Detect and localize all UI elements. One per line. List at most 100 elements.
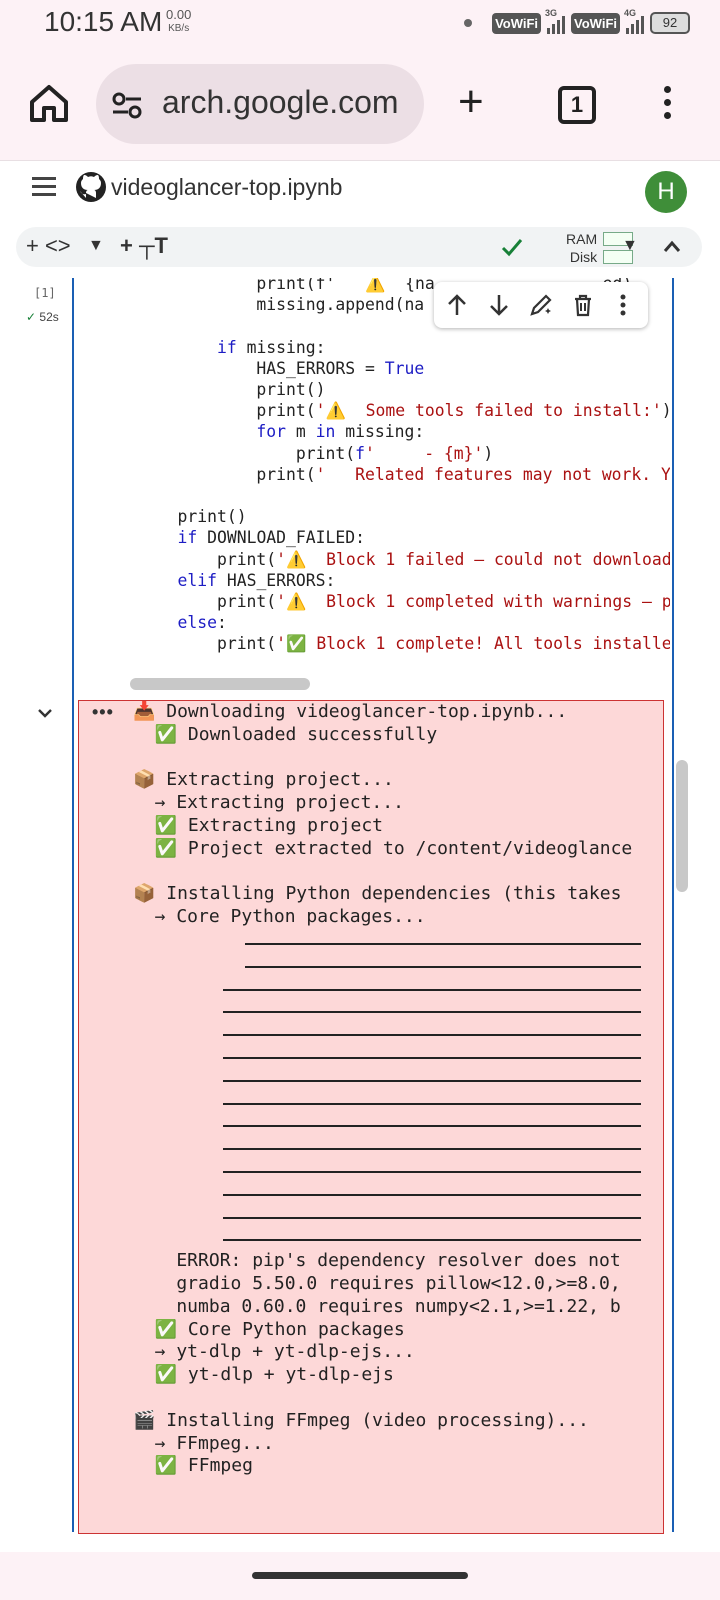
vowifi-badge-1: VoWiFi [492, 12, 542, 34]
code-line: print() [138, 507, 246, 526]
hamburger-menu-icon[interactable] [32, 177, 56, 201]
output-line: 📥 Downloading videoglancer-top.ipynb... [133, 701, 568, 722]
browser-menu-icon[interactable] [664, 86, 674, 125]
code-line: missing.append(na [138, 295, 424, 314]
output-line: 📦 Installing Python dependencies (this t… [133, 883, 622, 905]
code-text: DOWNLOAD_FAILED: [197, 528, 365, 548]
code-text: missing.append(na [256, 295, 425, 315]
code-line: print('✅ Block 1 complete! All tools ins… [138, 634, 670, 654]
code-keyword: for [256, 422, 287, 442]
notebook-toolbar: + <> ▼ + ┬T RAM Disk ▼ [16, 227, 702, 267]
progress-bar [223, 1079, 641, 1082]
status-bar: 10:15 AM 0.00 KB/s VoWiFi 3G VoWiFi 4G 9… [0, 0, 720, 52]
status-icons: VoWiFi 3G VoWiFi 4G 92 [464, 8, 690, 34]
code-text: print(f' ⚠️ {na [256, 278, 435, 293]
home-icon[interactable] [28, 82, 70, 124]
code-text: HAS_ERRORS: [216, 570, 336, 590]
edit-ai-icon[interactable] [528, 292, 554, 318]
output-menu-icon[interactable]: ••• [92, 702, 114, 723]
net-speed: 0.00 KB/s [166, 8, 191, 36]
execution-time: ✓ 52s [26, 310, 59, 324]
progress-bar [223, 1011, 641, 1014]
code-text: HAS_ERRORS = [256, 358, 385, 378]
progress-bar [223, 988, 641, 991]
chevron-up-icon[interactable] [662, 237, 682, 257]
collapse-output-icon[interactable] [36, 704, 54, 722]
code-line: print(' Related features may not work. Y… [138, 465, 670, 484]
new-tab-button[interactable]: + [458, 80, 484, 124]
code-line: if missing: [138, 338, 326, 357]
vertical-scrollbar[interactable] [676, 760, 688, 892]
progress-bar [223, 1216, 641, 1219]
output-line: → FFmpeg... [133, 1432, 274, 1454]
vowifi-badge-2: VoWiFi [571, 12, 620, 34]
disk-label: Disk [569, 249, 598, 265]
more-options-icon[interactable] [610, 292, 636, 318]
code-text: print() [256, 380, 326, 399]
add-text-button[interactable]: + ┬T [120, 233, 168, 259]
code-line: print() [138, 380, 326, 399]
code-editor[interactable]: print(f' ⚠️ {na ed) missing.append(na if… [74, 278, 670, 688]
move-up-icon[interactable] [444, 292, 470, 318]
code-text: missing: [236, 337, 326, 357]
connected-check-icon [501, 239, 523, 257]
resource-dropdown-icon[interactable]: ▼ [622, 237, 638, 255]
avatar[interactable]: H [645, 171, 687, 213]
output-line: ✅ yt-dlp + yt-dlp-ejs [133, 1364, 394, 1386]
notebook-title[interactable]: videoglancer-top.ipynb [111, 174, 342, 201]
output-line: ✅ Project extracted to /content/videogla… [133, 837, 633, 859]
tab-switcher-button[interactable]: 1 [558, 86, 596, 124]
code-string: '⚠️ Block 1 failed — could not download [276, 549, 670, 569]
code-text: ) [662, 401, 670, 420]
delete-icon[interactable] [570, 292, 596, 318]
execution-count: [1] [34, 286, 56, 300]
progress-bar [223, 1193, 641, 1196]
code-text: ) [483, 443, 494, 463]
code-string: '✅ Block 1 complete! All tools installed [276, 634, 670, 654]
add-dropdown-icon[interactable]: ▼ [88, 237, 104, 255]
code-line: print('⚠️ Some tools failed to install:'… [138, 401, 670, 421]
code-text: : [216, 613, 227, 633]
output-line: 📦 Extracting project... [133, 769, 394, 791]
output-line: → Core Python packages... [133, 906, 426, 928]
code-string: '⚠️ Some tools failed to install:' [315, 401, 662, 421]
check-icon: ✓ [26, 310, 37, 324]
home-gesture-handle[interactable] [252, 1572, 468, 1579]
output-line: ✅ FFmpeg [133, 1455, 253, 1477]
site-settings-icon[interactable] [112, 90, 142, 120]
progress-bar [223, 1034, 641, 1037]
code-line: HAS_ERRORS = True [138, 359, 424, 378]
progress-bar [223, 1171, 641, 1173]
code-line: elif HAS_ERRORS: [138, 571, 335, 590]
output-line: numba 0.60.0 requires numpy<2.1,>=1.22, … [133, 1295, 621, 1317]
browser-toolbar: arch.google.com + 1 [0, 52, 720, 161]
url-text: arch.google.com [162, 84, 399, 120]
output-line: ✅ Extracting project [133, 815, 383, 836]
code-line: for m in missing: [138, 422, 424, 441]
move-down-icon[interactable] [486, 292, 512, 318]
execution-time-value: 52s [39, 310, 59, 324]
code-keyword: elif [177, 570, 217, 590]
code-text: print( [256, 464, 316, 484]
signal-3g-icon: 3G [545, 8, 566, 34]
url-bar[interactable]: arch.google.com [96, 64, 424, 144]
horizontal-scrollbar[interactable] [130, 678, 310, 690]
code-text: print( [216, 634, 277, 654]
add-code-button[interactable]: + <> [26, 233, 71, 259]
code-line: print(f' - {m}') [138, 444, 493, 463]
signal-4g-icon: 4G [624, 8, 644, 34]
code-string: ' - {m}' [364, 443, 484, 463]
